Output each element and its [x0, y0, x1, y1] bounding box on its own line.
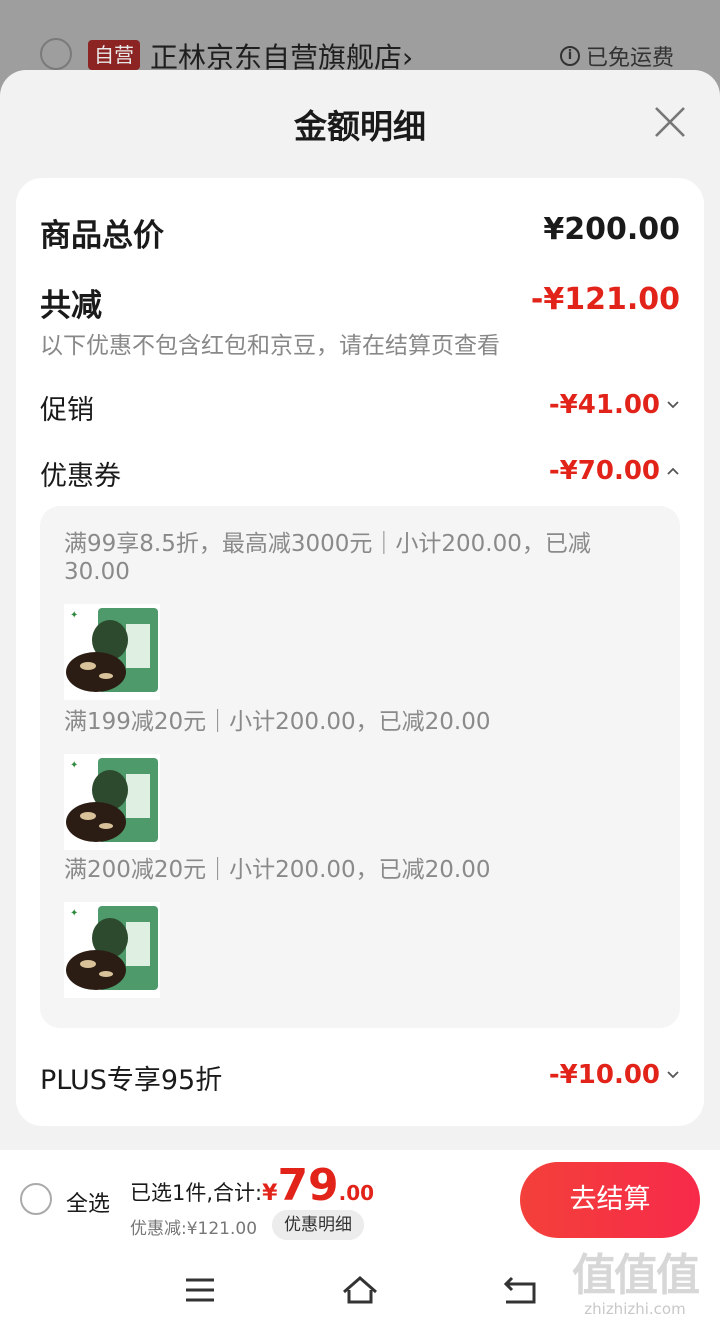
selected-count-label: 已选1件,合计: [130, 1181, 263, 1205]
total-discount-label: 共减 [40, 288, 102, 324]
home-button[interactable] [340, 1270, 380, 1310]
amount-detail-card: 商品总价 ¥200.00 共减 -¥121.00 以下优惠不包含红包和京豆，请在… [16, 178, 704, 1126]
watermark-logo: 值值值 [572, 1250, 700, 1301]
promo-value: -¥41.00 [548, 390, 660, 420]
checkout-button[interactable]: 去结算 [520, 1162, 700, 1238]
product-thumbnail: ✦ [64, 604, 160, 700]
svg-text:✦: ✦ [70, 908, 78, 919]
select-all-radio[interactable] [20, 1183, 52, 1215]
chevron-down-icon [667, 401, 679, 409]
coupon-row-toggle[interactable]: -¥70.00 [549, 456, 680, 486]
total-price-label: 商品总价 [40, 218, 164, 254]
back-icon [503, 1276, 536, 1304]
total-amount-integer: 79 [277, 1160, 339, 1211]
coupon-value: -¥70.00 [548, 456, 660, 486]
menu-icon [186, 1278, 214, 1302]
currency-symbol: ¥ [262, 1181, 278, 1206]
store-select-radio[interactable] [40, 38, 72, 70]
coupon-detail-list: 满99享8.5折，最高减3000元｜小计200.00，已减30.00 ✦ 满19… [40, 506, 680, 1028]
plus-discount-value: -¥10.00 [548, 1060, 660, 1090]
coupon-rule-text: 满99享8.5折，最高减3000元｜小计200.00，已减30.00 [64, 531, 591, 585]
amount-detail-sheet: 金额明细 商品总价 ¥200.00 共减 -¥121.00 以下优惠不包含红包和… [0, 70, 720, 1150]
promo-label: 促销 [40, 395, 94, 426]
chevron-up-icon [667, 467, 679, 475]
promo-row-toggle[interactable]: -¥41.00 [549, 390, 680, 420]
plus-discount-label: PLUS专享95折 [40, 1065, 223, 1096]
home-icon [343, 1276, 377, 1304]
discount-detail-button[interactable]: 优惠明细 [272, 1210, 364, 1240]
watermark-url: zhizhizhi.com [584, 1300, 686, 1318]
total-discount-value: -¥121.00 [530, 282, 680, 317]
self-operated-badge: 自营 [88, 40, 140, 70]
svg-text:✦: ✦ [70, 610, 78, 621]
sheet-title: 金额明细 [294, 107, 426, 146]
total-amount-decimal: .00 [338, 1181, 375, 1205]
close-icon [655, 107, 685, 137]
chevron-down-icon [667, 1071, 679, 1079]
discount-note: 以下优惠不包含红包和京豆，请在结算页查看 [40, 333, 500, 359]
coupon-label: 优惠券 [40, 461, 121, 492]
close-button[interactable] [648, 100, 692, 144]
info-icon: i [560, 46, 580, 66]
svg-text:✦: ✦ [70, 760, 78, 771]
order-total: 已选1件,合计: ¥ 79 .00 [130, 1162, 374, 1210]
shipping-text: 已免运费 [586, 46, 675, 71]
discount-summary: 优惠减:¥121.00 [130, 1219, 258, 1239]
product-thumbnail: ✦ [64, 754, 160, 850]
select-all-label[interactable]: 全选 [66, 1186, 110, 1218]
plus-row-toggle[interactable]: -¥10.00 [549, 1060, 680, 1090]
checkout-bar: 全选 已选1件,合计: ¥ 79 .00 优惠减:¥121.00 优惠明细 去结… [0, 1150, 720, 1250]
coupon-rule-text: 满199减20元｜小计200.00，已减20.00 [64, 709, 491, 735]
shipping-info[interactable]: i 已免运费 [560, 40, 674, 72]
total-price-value: ¥200.00 [543, 212, 680, 247]
back-button[interactable] [500, 1270, 540, 1310]
menu-button[interactable] [180, 1270, 220, 1310]
coupon-rule-text: 满200减20元｜小计200.00，已减20.00 [64, 857, 491, 883]
watermark: 值值值 zhizhizhi.com [560, 1250, 710, 1319]
product-thumbnail: ✦ [64, 902, 160, 998]
